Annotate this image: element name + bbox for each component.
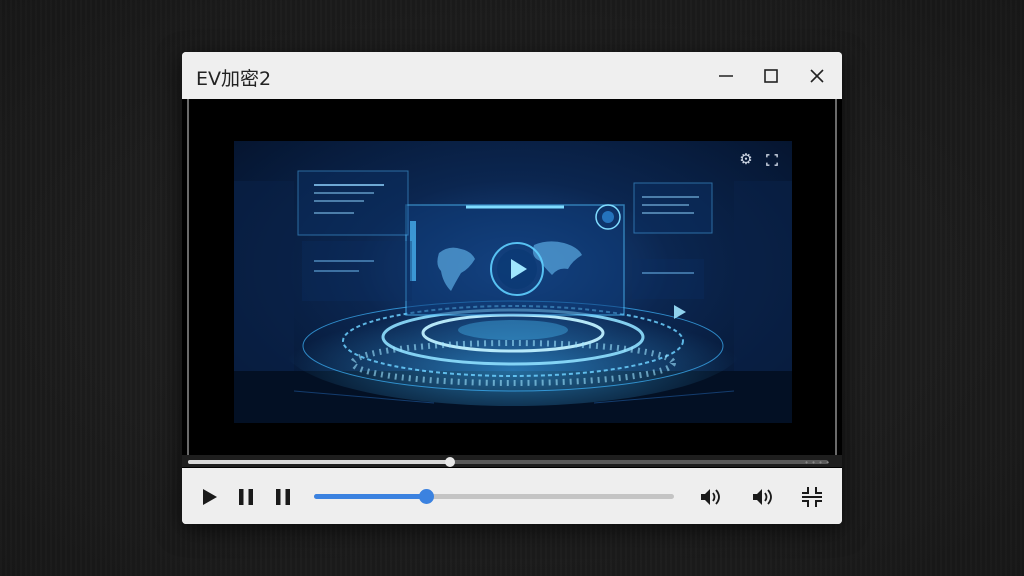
minimize-icon xyxy=(719,75,733,77)
player-window: EV加密2 ⚙ • • • • xyxy=(182,52,842,524)
fullscreen-button[interactable] xyxy=(797,482,827,512)
seek-bar[interactable]: • • • • xyxy=(182,455,842,467)
volume-icon xyxy=(753,489,772,505)
play-button[interactable] xyxy=(194,482,224,512)
minimize-button[interactable] xyxy=(710,60,742,92)
pause-button-secondary[interactable] xyxy=(268,482,298,512)
volume-button-secondary[interactable] xyxy=(747,482,777,512)
title-bar[interactable]: EV加密2 xyxy=(182,52,842,99)
video-frame: ⚙ xyxy=(187,99,837,459)
pause-icon xyxy=(276,489,290,505)
control-bar xyxy=(182,468,842,524)
maximize-icon xyxy=(764,69,778,83)
progress-slider[interactable] xyxy=(314,489,674,504)
play-icon xyxy=(203,489,217,505)
video-content[interactable]: ⚙ xyxy=(234,141,792,423)
pause-icon xyxy=(239,489,253,505)
fullscreen-icon xyxy=(802,487,822,507)
progress-slider-handle[interactable] xyxy=(418,489,434,504)
progress-slider-fill xyxy=(314,494,426,499)
seek-progress xyxy=(188,460,451,464)
more-dots-icon: • • • • xyxy=(805,458,830,467)
seek-track[interactable] xyxy=(188,457,828,467)
seek-handle[interactable] xyxy=(445,457,456,467)
video-area[interactable]: ⚙ • • • • xyxy=(182,99,842,519)
volume-icon xyxy=(701,489,720,505)
pause-button[interactable] xyxy=(231,482,261,512)
volume-button[interactable] xyxy=(695,482,725,512)
window-title: EV加密2 xyxy=(196,68,272,90)
close-button[interactable] xyxy=(801,60,833,92)
expand-icon[interactable] xyxy=(763,151,781,169)
close-icon xyxy=(810,69,824,83)
gear-icon[interactable]: ⚙ xyxy=(737,151,755,169)
maximize-button[interactable] xyxy=(755,60,787,92)
video-scene-image xyxy=(234,170,792,423)
